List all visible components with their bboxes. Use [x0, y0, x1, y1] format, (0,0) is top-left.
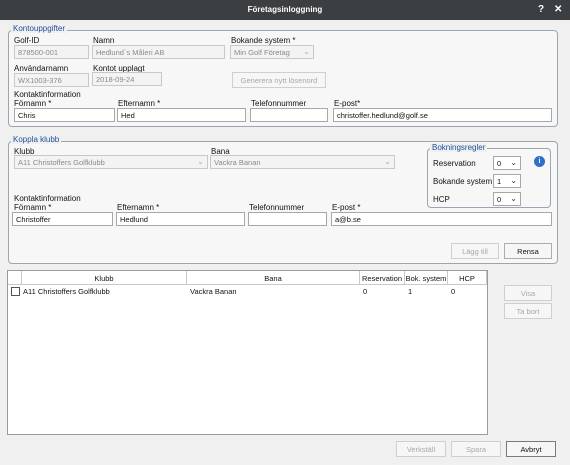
chevron-down-icon: ⌄ [384, 157, 391, 166]
row-club: A11 Christoffers Golfklubb [23, 287, 110, 296]
column-header-club[interactable]: Klubb [22, 271, 187, 285]
created-field[interactable]: 2018-09-24 [92, 72, 162, 86]
club-email-label: E-post * [332, 203, 361, 212]
club-first-name-field[interactable]: Christoffer [12, 212, 113, 226]
rule-booking-system-value: 1 [497, 177, 502, 186]
club-last-name-label: Efternamn * [117, 203, 160, 212]
row-booking-system: 1 [408, 287, 413, 296]
select-column-header [8, 271, 22, 285]
booking-system-select[interactable]: Min Golf Företag ⌄ [230, 45, 314, 59]
column-header-booking-system[interactable]: Bok. system [405, 271, 448, 285]
reservation-label: Reservation [433, 159, 476, 168]
table-row[interactable]: A11 Christoffers Golfklubb Vackra Banan … [8, 285, 487, 298]
rules-legend: Bokningsregler [430, 143, 488, 152]
course-value: Vackra Banan [214, 158, 261, 167]
club-contact-info-label: Kontaktinformation [14, 194, 81, 203]
clear-button[interactable]: Rensa [504, 243, 552, 259]
rule-booking-system-label: Bokande system [433, 177, 493, 186]
golf-id-label: Golf-ID [14, 36, 40, 45]
username-label: Användarnamn [14, 64, 69, 73]
booking-system-value: Min Golf Företag [234, 48, 290, 57]
email-label: E-post* [334, 99, 361, 108]
last-name-label: Efternamn * [118, 99, 161, 108]
apply-button[interactable]: Verkställ [396, 441, 446, 457]
window-title: Företagsinloggning [247, 5, 323, 14]
hcp-value: 0 [497, 195, 502, 204]
club-legend: Koppla klubb [11, 135, 62, 144]
reservation-value: 0 [497, 159, 502, 168]
club-phone-field[interactable] [248, 212, 327, 226]
contact-info-label: Kontaktinformation [14, 90, 81, 99]
club-first-name-label: Förnamn * [14, 203, 52, 212]
hcp-label: HCP [433, 195, 450, 204]
first-name-label: Förnamn * [14, 99, 52, 108]
add-button[interactable]: Lägg till [451, 243, 499, 259]
title-bar: Företagsinloggning ? ✕ [0, 0, 570, 20]
row-reservation: 0 [363, 287, 368, 296]
generate-password-button[interactable]: Generera nytt lösenord [232, 72, 326, 88]
first-name-field[interactable]: Chris [14, 108, 115, 122]
phone-field[interactable] [250, 108, 328, 122]
close-button[interactable]: ✕ [554, 4, 562, 15]
club-last-name-field[interactable]: Hedlund [116, 212, 245, 226]
column-header-reservation[interactable]: Reservation [360, 271, 405, 285]
club-value: A11 Christoffers Golfklubb [18, 158, 105, 167]
column-header-course[interactable]: Bana [187, 271, 360, 285]
chevron-down-icon: ⌄ [510, 158, 517, 167]
username-field[interactable]: WX1003-376 [14, 73, 89, 87]
save-button[interactable]: Spara [451, 441, 501, 457]
phone-label: Telefonnummer [251, 99, 307, 108]
golf-id-field[interactable]: 878500-001 [14, 45, 89, 59]
course-select[interactable]: Vackra Banan ⌄ [210, 155, 395, 169]
hcp-select[interactable]: 0 ⌄ [493, 192, 521, 206]
chevron-down-icon: ⌄ [197, 157, 204, 166]
account-legend: Kontouppgifter [11, 24, 68, 33]
booking-system-label: Bokande system * [231, 36, 296, 45]
row-course: Vackra Banan [190, 287, 237, 296]
club-select[interactable]: A11 Christoffers Golfklubb ⌄ [14, 155, 208, 169]
reservation-select[interactable]: 0 ⌄ [493, 156, 521, 170]
view-button[interactable]: Visa [504, 285, 552, 301]
last-name-field[interactable]: Hed [117, 108, 246, 122]
chevron-down-icon: ⌄ [510, 176, 517, 185]
cancel-button[interactable]: Avbryt [506, 441, 556, 457]
club-phone-label: Telefonnummer [249, 203, 305, 212]
rule-booking-system-select[interactable]: 1 ⌄ [493, 174, 521, 188]
row-hcp: 0 [451, 287, 456, 296]
name-field[interactable]: Hedlund´s Måleri AB [92, 45, 225, 59]
email-field[interactable]: christoffer.hedlund@golf.se [333, 108, 552, 122]
chevron-down-icon: ⌄ [510, 194, 517, 203]
help-button[interactable]: ? [538, 4, 544, 15]
delete-button[interactable]: Ta bort [504, 303, 552, 319]
club-table[interactable]: Klubb Bana Reservation Bok. system HCP A… [7, 270, 488, 435]
chevron-down-icon: ⌄ [303, 47, 310, 56]
club-email-field[interactable]: a@b.se [331, 212, 552, 226]
help-icon[interactable]: i [534, 156, 545, 167]
name-label: Namn [93, 36, 115, 45]
column-header-hcp[interactable]: HCP [448, 271, 487, 285]
row-checkbox[interactable] [11, 287, 20, 296]
